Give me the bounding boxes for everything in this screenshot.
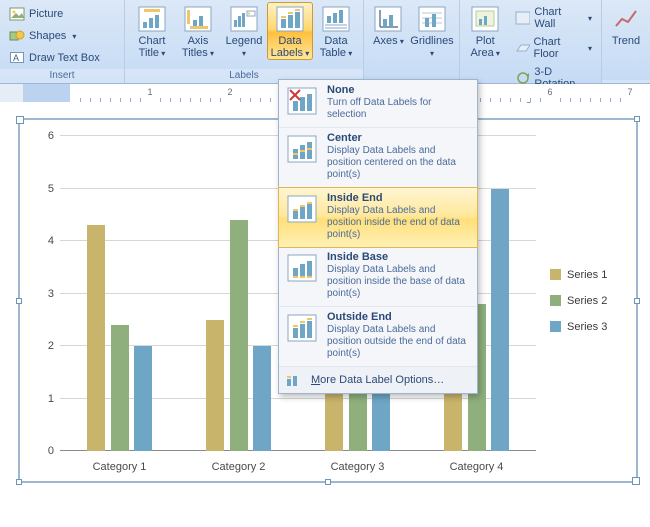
category-label: Category 2 (212, 461, 266, 473)
chart-wall-button[interactable]: Chart Wall▾ (510, 4, 597, 32)
menu-more-options[interactable]: More Data Label Options… (279, 367, 477, 393)
y-tick-label: 0 (34, 445, 54, 457)
data-labels-button[interactable]: Data Labels (267, 2, 313, 60)
chart-title-button[interactable]: Chart Title (129, 2, 175, 60)
menu-item-none[interactable]: NoneTurn off Data Labels for selection (279, 80, 477, 128)
ruler-tick: 2 (227, 87, 232, 97)
menu-item-center[interactable]: CenterDisplay Data Labels and position c… (279, 128, 477, 188)
legend-label: Series 2 (567, 295, 607, 307)
legend-label: Series 3 (567, 321, 607, 333)
category-label: Category 4 (450, 461, 504, 473)
chart-floor-button[interactable]: Chart Floor▾ (510, 34, 597, 62)
y-tick-label: 2 (34, 340, 54, 352)
chartlet-icon (285, 251, 319, 285)
menu-item-desc: Turn off Data Labels for selection (327, 97, 471, 121)
menu-item-title: Outside End (327, 311, 392, 323)
chartlet-icon (285, 311, 319, 345)
group-trend: Trend (602, 0, 650, 83)
menu-item-desc: Display Data Labels and position inside … (327, 264, 471, 300)
bar[interactable] (134, 346, 152, 451)
legend-item[interactable]: Series 2 (550, 295, 636, 307)
menu-item-inside-base[interactable]: Inside BaseDisplay Data Labels and posit… (279, 247, 477, 307)
menu-item-desc: Display Data Labels and position inside … (327, 205, 471, 241)
shapes-button[interactable]: Shapes▾ (4, 26, 105, 46)
svg-text:A: A (13, 53, 19, 63)
axes-button[interactable]: Axes (368, 2, 409, 48)
chartlet-icon (285, 192, 319, 226)
y-tick-label: 3 (34, 288, 54, 300)
ruler-cap (0, 84, 24, 102)
bar[interactable] (491, 189, 509, 452)
ruler-tick: 1 (147, 87, 152, 97)
bar[interactable] (230, 220, 248, 451)
menu-item-title: Inside Base (327, 251, 388, 263)
bar[interactable] (253, 346, 271, 451)
draw-textbox-button[interactable]: A Draw Text Box (4, 48, 105, 68)
y-tick-label: 1 (34, 393, 54, 405)
picture-button[interactable]: Picture (4, 4, 105, 24)
data-labels-menu: NoneTurn off Data Labels for selectionCe… (278, 79, 478, 394)
menu-item-title: Center (327, 132, 362, 144)
legend-item[interactable]: Series 3 (550, 321, 636, 333)
legend[interactable]: Series 1 Series 2 Series 3 (536, 120, 636, 481)
group-label-insert: Insert (0, 69, 124, 83)
menu-item-desc: Display Data Labels and position centere… (327, 145, 471, 181)
chartlet-icon (285, 132, 319, 166)
legend-swatch (550, 295, 561, 306)
y-tick-label: 4 (34, 235, 54, 247)
legend-swatch (550, 269, 561, 280)
gridlines-button[interactable]: Gridlines (409, 2, 455, 60)
chartlet-icon (285, 84, 319, 118)
legend-item[interactable]: Series 1 (550, 269, 636, 281)
menu-item-outside-end[interactable]: Outside EndDisplay Data Labels and posit… (279, 307, 477, 367)
category-label: Category 1 (93, 461, 147, 473)
legend-label: Series 1 (567, 269, 607, 281)
menu-item-title: None (327, 84, 355, 96)
y-tick-label: 5 (34, 183, 54, 195)
axis-titles-button[interactable]: Axis Titles (175, 2, 221, 60)
ribbon: Picture Shapes▾ A Draw Text Box Insert C… (0, 0, 650, 84)
group-background: Plot Area Chart Wall▾ Chart Floor▾ 3-D R… (460, 0, 602, 83)
bar[interactable] (87, 225, 105, 451)
legend-button[interactable]: Legend (221, 2, 267, 60)
bar[interactable] (206, 320, 224, 451)
data-table-button[interactable]: Data Table (313, 2, 359, 60)
category-label: Category 3 (331, 461, 385, 473)
bar[interactable] (111, 325, 129, 451)
y-tick-label: 6 (34, 130, 54, 142)
ruler-tick: 7 (627, 87, 632, 97)
menu-item-title: Inside End (327, 192, 383, 204)
ruler-tick: 6 (547, 87, 552, 97)
plot-area-button[interactable]: Plot Area (464, 2, 506, 60)
group-labels: Chart Title Axis Titles Legend Data Labe… (125, 0, 364, 83)
group-insert: Picture Shapes▾ A Draw Text Box Insert (0, 0, 125, 83)
legend-swatch (550, 321, 561, 332)
menu-item-desc: Display Data Labels and position outside… (327, 324, 471, 360)
trendline-button[interactable]: Trend (606, 2, 646, 48)
group-axes: Axes Gridlines (364, 0, 460, 83)
menu-item-inside-end[interactable]: Inside EndDisplay Data Labels and positi… (278, 187, 478, 248)
